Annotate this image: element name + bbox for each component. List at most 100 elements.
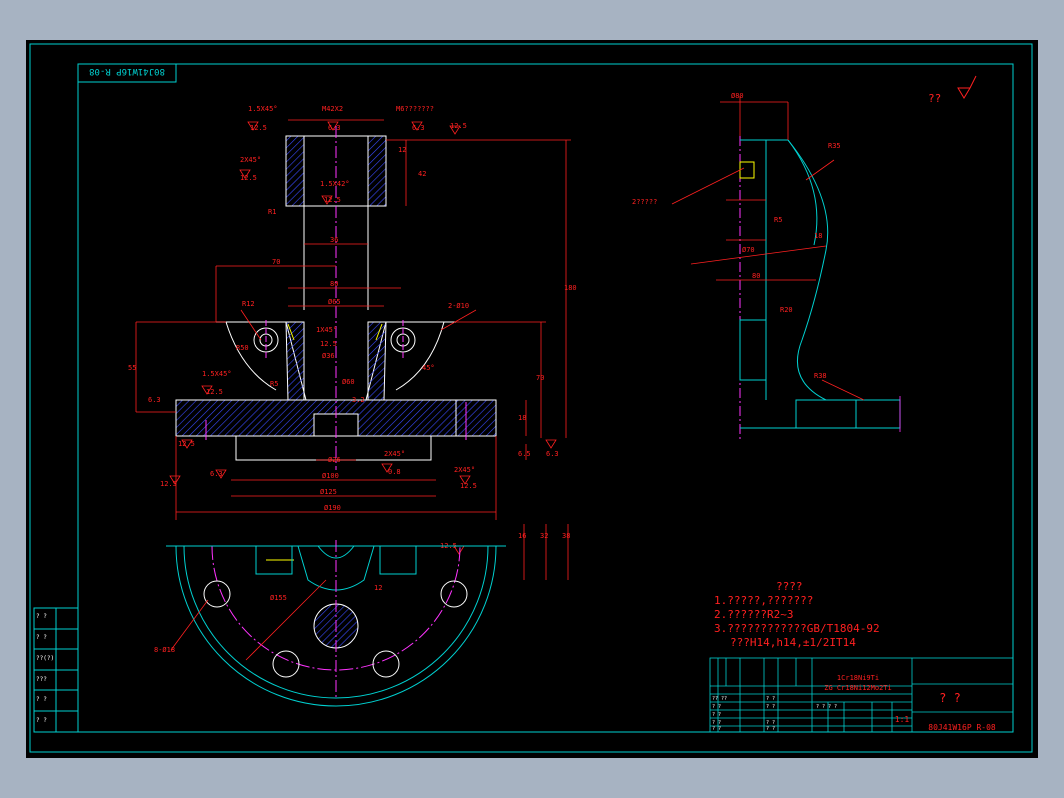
- dim-60: Ø60: [342, 378, 355, 386]
- dim-38: 38: [562, 532, 570, 540]
- material-2: ZG Cr18Ni12Mo2Ti: [824, 684, 891, 692]
- dim-12p: 12: [374, 584, 382, 592]
- rough-base: 12.5: [206, 388, 223, 396]
- dim-chamfer-top-left: 1.5X45°: [248, 105, 278, 113]
- rough-top-far: 12.5: [450, 122, 467, 130]
- dim-5: 6.5: [518, 450, 531, 458]
- dim-180: 180: [564, 284, 577, 292]
- side-d70: Ø70: [742, 246, 755, 254]
- material-1: 1Cr18Ni9Ti: [837, 674, 879, 682]
- rough-top-right: 6.3: [412, 124, 425, 132]
- rough-left2: 12.5: [240, 174, 257, 182]
- roughness-other-symbol: [957, 75, 977, 99]
- rough-right: 6.3: [546, 450, 559, 458]
- dim-r1: R1: [268, 208, 276, 216]
- strip-label-5: ? ?: [36, 696, 47, 703]
- rough-low-l2: 6.3: [210, 470, 223, 478]
- dim-18: 18: [518, 414, 526, 422]
- strip-label-1: ? ?: [36, 613, 47, 620]
- notes-line-1: 1.?????,???????: [714, 594, 813, 607]
- side-80: 80: [752, 272, 760, 280]
- dim-26: Ø26: [328, 456, 341, 464]
- dim-hole-note: 2-Ø10: [448, 302, 469, 310]
- dim-80: 80: [330, 280, 338, 288]
- dim-12: 12: [398, 146, 406, 154]
- tb-cell-3: ? ?: [712, 704, 721, 710]
- rough-bot-r: 12.5: [460, 482, 477, 490]
- rough-bot-left: 12.5: [178, 440, 195, 448]
- cad-drawing: 80J41W16P R-08 ? ? ? ? ??(?) ??? ? ? ? ?: [29, 43, 1033, 753]
- dim-holes-bottom: 8-Ø18: [154, 646, 175, 654]
- dim-r5: R5: [270, 380, 278, 388]
- tb-cell-1: ?? ??: [712, 696, 727, 702]
- tb-cell-6: ? ? ? ?: [816, 704, 837, 710]
- scale: 1:1: [895, 715, 910, 724]
- dim-36: 36: [330, 236, 338, 244]
- strip-label-3: ??(?): [36, 655, 54, 662]
- strip-label-6: ? ?: [36, 717, 47, 724]
- dim-chamfer-bot: 2X45°: [384, 450, 405, 458]
- side-r38: R38: [814, 372, 827, 380]
- tb-cell-4: ? ?: [766, 704, 775, 710]
- dim-chamfer-base: 1.5X45°: [202, 370, 232, 378]
- side-r35: R35: [828, 142, 841, 150]
- tb-cell-2: ? ?: [766, 696, 775, 702]
- outer-border: [29, 43, 1033, 753]
- side-note: 2?????: [632, 198, 657, 206]
- side-view-texts: Ø80 R35 2????? R5 Ø70 18 80 R20 R38: [632, 92, 841, 380]
- part-name: ? ?: [939, 691, 961, 705]
- rough-low-l: 12.5: [160, 480, 177, 488]
- side-view: [671, 96, 901, 440]
- drawing-sheet: 80J41W16P R-08 ? ? ? ? ??(?) ??? ? ? ? ?: [26, 40, 1038, 758]
- dim-chamfer-mid: 1X45°: [316, 326, 337, 334]
- rough-base-v: 3.2: [352, 396, 365, 404]
- dim-chamfer-bot-r: 2X45°: [454, 466, 475, 474]
- dim-42: 42: [418, 170, 426, 178]
- side-18: 18: [814, 232, 822, 240]
- rough-mid: 12.5: [320, 340, 337, 348]
- rough-inner: 12.5: [324, 196, 341, 204]
- dim-angle45: 45°: [422, 364, 435, 372]
- dim-55: 55: [128, 364, 136, 372]
- rough-side: 6.3: [148, 396, 161, 404]
- tb-cell-5: ? ?: [712, 712, 721, 718]
- dim-chamfer-inner: 1.5X42°: [320, 180, 350, 188]
- dim-32: 32: [540, 532, 548, 540]
- side-r20: R20: [780, 306, 793, 314]
- dim-thread-top-right: M6???????: [396, 105, 434, 113]
- dim-190: Ø190: [324, 504, 341, 512]
- side-r5: R5: [774, 216, 782, 224]
- dim-65: Ø65: [328, 298, 341, 306]
- dimension-texts: 1.5X45° M42X2 M6??????? 12.5 6.3 6.3 12.…: [128, 105, 577, 654]
- rough-bot-mid: 0.8: [388, 468, 401, 476]
- notes-line-4: ???H14,h14,±1/2IT14: [730, 636, 856, 649]
- rough-top-mid: 6.3: [328, 124, 341, 132]
- side-d80: Ø80: [731, 92, 744, 100]
- left-strip: [33, 607, 79, 733]
- dim-thread-top: M42X2: [322, 105, 343, 113]
- roughness-symbols: [169, 121, 557, 555]
- title-block: [709, 657, 1014, 733]
- rotated-code: 80J41W16P R-08: [89, 66, 165, 76]
- dim-36-tol: Ø36: [322, 352, 335, 360]
- notes-heading: ????: [776, 580, 803, 593]
- dim-r12: R12: [242, 300, 255, 308]
- roughness-other-note: ??: [928, 92, 941, 105]
- technical-notes: ???? 1.?????,??????? 2.??????R2~3 3.????…: [714, 580, 880, 649]
- dim-155: Ø155: [270, 594, 287, 602]
- title-block-texts: 1Cr18Ni9Ti ZG Cr18Ni12Mo2Ti: [824, 674, 891, 692]
- dim-16: 16: [518, 532, 526, 540]
- strip-label-4: ???: [36, 676, 47, 683]
- notes-line-2: 2.??????R2~3: [714, 608, 793, 621]
- title-block-cells: ?? ?? ? ? ? ? ? ? ? ? ? ? ? ? ? ? ? ? ? …: [712, 696, 837, 732]
- dim-chamfer-left2: 2X45°: [240, 156, 261, 164]
- strip-label-2: ? ?: [36, 634, 47, 641]
- dim-100: Ø100: [322, 472, 339, 480]
- dim-70: 70: [272, 258, 280, 266]
- dim-70v: 70: [536, 374, 544, 382]
- dimension-lines: [135, 119, 571, 580]
- dim-r50: R50: [236, 344, 249, 352]
- tb-cell-9: ? ?: [712, 726, 721, 732]
- notes-line-3: 3.????????????GB/T1804-92: [714, 622, 880, 635]
- plan-view: [166, 540, 506, 707]
